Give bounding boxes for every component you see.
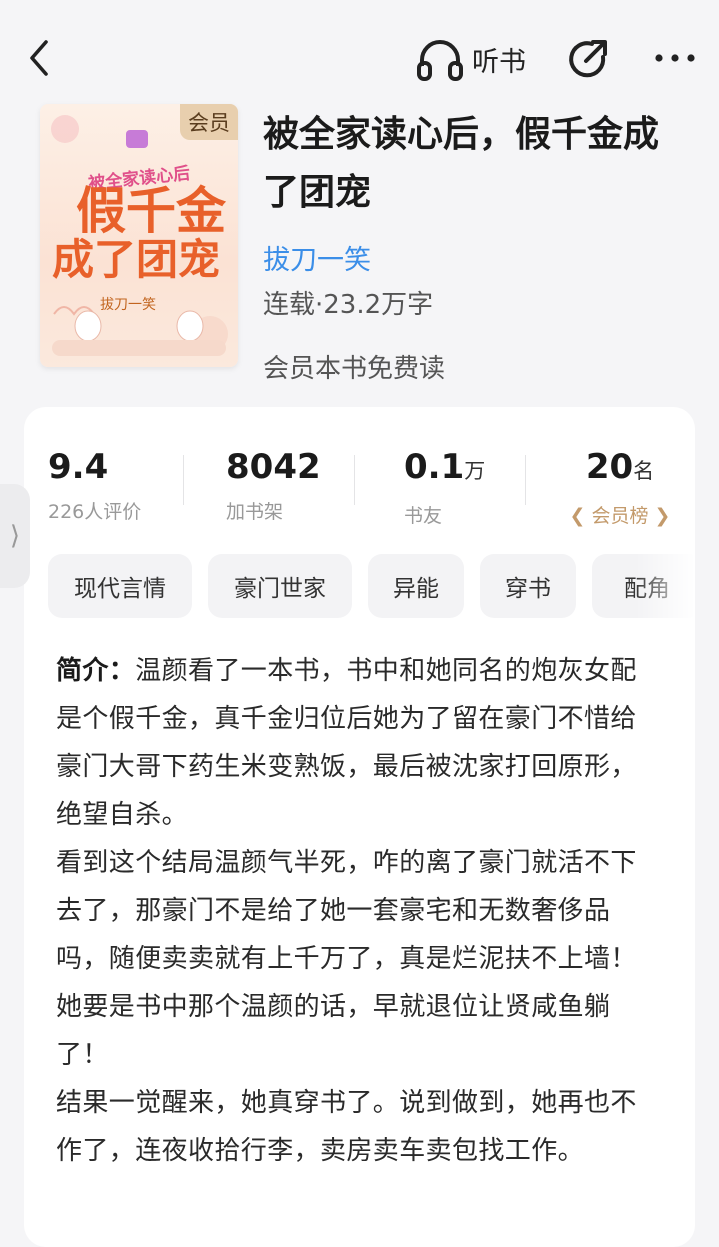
rank-value: 20 xyxy=(585,447,634,487)
stat-rating[interactable]: 9.4 226人评价 xyxy=(48,447,141,524)
intro-text: 温颜看了一本书，书中和她同名的炮灰女配是个假千金，真千金归位后她为了留在豪门不惜… xyxy=(56,656,637,1166)
chevron-left-icon xyxy=(30,40,48,76)
rank-board-label: 会员榜 xyxy=(591,505,649,527)
chevron-right-icon: ⟩ xyxy=(9,521,21,551)
back-button[interactable] xyxy=(22,34,62,82)
cover-title-line2: 成了团宠 xyxy=(52,235,221,284)
side-expand-tab[interactable]: ⟩ xyxy=(0,484,30,588)
top-bar: 听书 xyxy=(0,0,719,110)
cover-title-line1: 假千金 xyxy=(76,182,226,240)
author-link[interactable]: 拔刀一笑 xyxy=(263,238,371,277)
rating-value: 9.4 xyxy=(48,447,109,487)
share-button[interactable] xyxy=(566,36,610,82)
listen-label: 听书 xyxy=(472,46,526,78)
tag-item[interactable]: 异能 xyxy=(368,554,464,618)
vip-badge: 会员 xyxy=(180,104,238,140)
laurel-left-icon: ❮ xyxy=(569,505,586,527)
readers-unit: 万 xyxy=(464,459,486,483)
tag-item[interactable]: 豪门世家 xyxy=(208,554,352,618)
headphones-icon xyxy=(417,40,463,81)
book-meta: 连载·23.2万字 xyxy=(263,290,434,320)
intro-label: 简介： xyxy=(56,656,136,686)
tags-fade xyxy=(635,554,695,618)
readers-label: 书友 xyxy=(404,505,443,527)
rating-count-label: 226人评价 xyxy=(48,501,142,523)
bookshelf-value: 8042 xyxy=(226,447,321,487)
stat-rank[interactable]: 20名 ❮ 会员榜 ❯ xyxy=(565,447,675,528)
cover-author: 拔刀一笑 xyxy=(100,297,156,313)
tag-item[interactable]: 现代言情 xyxy=(48,554,192,618)
stat-divider xyxy=(525,455,526,505)
book-title: 被全家读心后，假千金成了团宠 xyxy=(263,114,660,213)
more-button[interactable] xyxy=(652,40,698,76)
bookshelf-label: 加书架 xyxy=(226,501,284,523)
more-icon xyxy=(655,54,695,62)
vip-note: 会员本书免费读 xyxy=(263,354,446,384)
stat-divider xyxy=(183,455,184,505)
laurel-right-icon: ❯ xyxy=(654,505,671,527)
book-intro[interactable]: 简介：温颜看了一本书，书中和她同名的炮灰女配是个假千金，真千金归位后她为了留在豪… xyxy=(56,647,656,1175)
stat-bookshelf[interactable]: 8042 加书架 xyxy=(226,447,321,524)
rank-label: ❮ 会员榜 ❯ xyxy=(565,501,675,528)
listen-button[interactable]: 听书 xyxy=(416,36,526,82)
share-icon xyxy=(569,40,607,78)
stat-readers[interactable]: 0.1万 书友 xyxy=(404,447,485,528)
rank-unit: 名 xyxy=(633,459,655,483)
tag-item[interactable]: 穿书 xyxy=(480,554,576,618)
stat-divider xyxy=(354,455,355,505)
tag-list: 现代言情 豪门世家 异能 穿书 配角 xyxy=(48,554,695,618)
book-cover[interactable]: 被全家读心后 假千金 成了团宠 拔刀一笑 会员 xyxy=(40,104,238,367)
info-card: 9.4 226人评价 8042 加书架 0.1万 书友 20名 ❮ 会员榜 ❯ … xyxy=(24,407,695,1247)
readers-value: 0.1 xyxy=(404,447,465,487)
